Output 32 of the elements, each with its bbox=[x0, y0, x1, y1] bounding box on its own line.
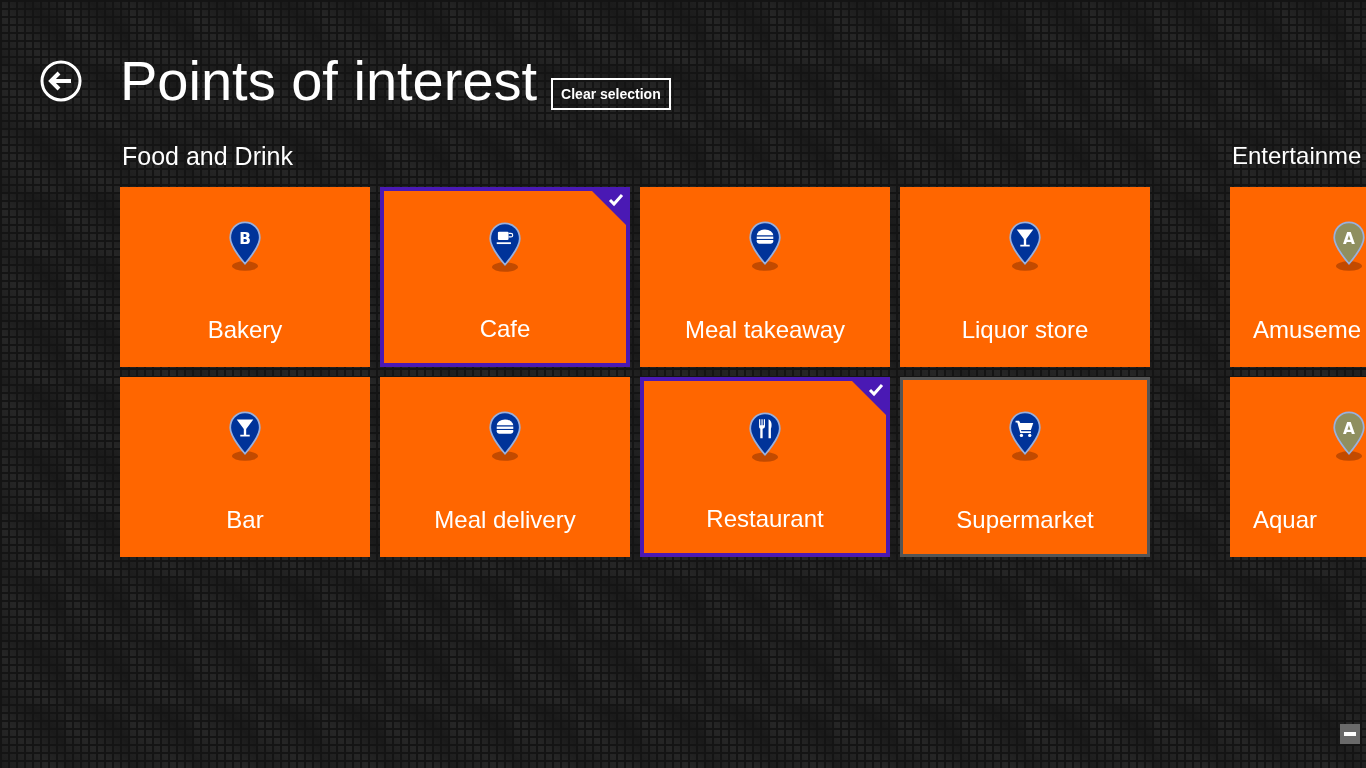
tile-label: Liquor store bbox=[961, 316, 1089, 344]
tile-label: Supermarket bbox=[956, 506, 1094, 534]
category-tile[interactable]: Liquor store bbox=[900, 187, 1150, 367]
selection-check-icon bbox=[591, 190, 627, 226]
category-tile[interactable]: Cafe bbox=[380, 187, 630, 367]
category-tile[interactable]: Restaurant bbox=[640, 377, 890, 557]
tile-label: Amuseme bbox=[1253, 316, 1362, 344]
pin-letter: A bbox=[1343, 229, 1355, 248]
pin-letter: B bbox=[239, 229, 251, 248]
page-title: Points of interest bbox=[120, 52, 538, 110]
tile-label: Bakery bbox=[207, 316, 283, 344]
minus-icon bbox=[1344, 732, 1356, 736]
back-button[interactable] bbox=[40, 60, 82, 102]
zoom-out-button[interactable] bbox=[1340, 724, 1360, 744]
pin-letter: A bbox=[1343, 419, 1355, 438]
tile-label: Meal takeaway bbox=[684, 316, 846, 344]
tile-label: Meal delivery bbox=[434, 506, 576, 534]
group-title: Entertainme bbox=[1232, 141, 1362, 171]
clear-selection-button[interactable]: Clear selection bbox=[551, 78, 671, 110]
group-title: Food and Drink bbox=[122, 141, 293, 172]
category-tile[interactable]: Meal takeaway bbox=[640, 187, 890, 367]
tile-label: Restaurant bbox=[706, 505, 824, 533]
category-tile[interactable]: Supermarket bbox=[900, 377, 1150, 557]
tile-label: Aquar bbox=[1253, 506, 1318, 534]
category-tile[interactable]: B Bakery bbox=[120, 187, 370, 367]
category-tile[interactable]: Bar bbox=[120, 377, 370, 557]
category-tile[interactable]: Meal delivery bbox=[380, 377, 630, 557]
category-tile[interactable]: A Aquar bbox=[1230, 377, 1366, 557]
tile-label: Bar bbox=[226, 506, 264, 534]
category-tile[interactable]: A Amuseme bbox=[1230, 187, 1366, 367]
selection-check-icon bbox=[851, 380, 887, 416]
tile-label: Cafe bbox=[479, 315, 531, 343]
